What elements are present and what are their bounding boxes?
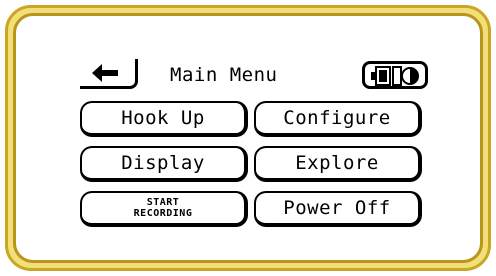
page-title: Main Menu — [170, 64, 278, 86]
start-recording-button[interactable]: START RECORDING — [80, 191, 248, 227]
screen-content: Main Menu Hook Up Configure Display Expl… — [16, 16, 480, 260]
back-button[interactable] — [80, 59, 138, 89]
power-off-button[interactable]: Power Off — [254, 191, 422, 227]
left-arrow-icon — [92, 64, 118, 82]
battery-indicator — [362, 61, 428, 89]
configure-button[interactable]: Configure — [254, 101, 422, 137]
display-button[interactable]: Display — [80, 146, 248, 182]
explore-button[interactable]: Explore — [254, 146, 422, 182]
start-recording-label-line2: RECORDING — [133, 208, 193, 219]
start-recording-label-line1: START — [146, 197, 180, 208]
hook-up-button[interactable]: Hook Up — [80, 101, 248, 137]
device-frame: Main Menu Hook Up Configure Display Expl… — [5, 5, 491, 271]
lcd-screen: Main Menu Hook Up Configure Display Expl… — [13, 13, 483, 263]
header-bar: Main Menu — [80, 59, 430, 93]
battery-icon — [371, 66, 419, 86]
